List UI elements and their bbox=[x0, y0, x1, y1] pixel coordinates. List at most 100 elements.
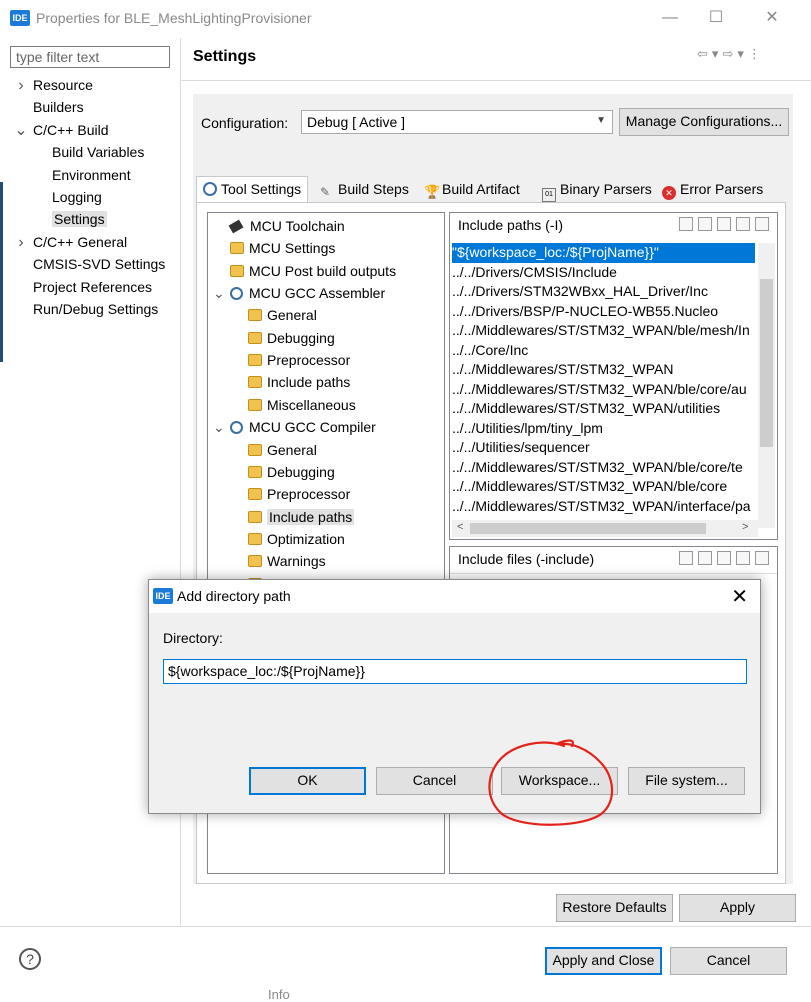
close-button[interactable]: ✕ bbox=[762, 8, 782, 28]
include-path-item[interactable]: ../../Middlewares/ST/STM32_WPAN/ble/core… bbox=[452, 458, 743, 478]
tool-tree-item[interactable]: MCU Settings bbox=[230, 237, 335, 259]
move-up-icon[interactable] bbox=[736, 217, 750, 231]
dialog-close-button[interactable]: ✕ bbox=[731, 584, 748, 609]
dialog-cancel-button[interactable]: Cancel bbox=[376, 767, 493, 795]
tab-tool-settings[interactable]: Tool Settings bbox=[196, 176, 309, 202]
horizontal-scrollbar[interactable]: < > bbox=[452, 520, 758, 537]
tool-tree-label: MCU Toolchain bbox=[250, 218, 345, 234]
tool-tree-label: MCU GCC Compiler bbox=[249, 419, 376, 436]
add-icon[interactable] bbox=[679, 217, 693, 231]
include-path-item[interactable]: ../../Drivers/BSP/P-NUCLEO-WB55.Nucleo bbox=[452, 302, 718, 322]
tool-tree-label: General bbox=[267, 441, 317, 458]
include-paths-header: Include paths (-I) bbox=[458, 217, 564, 233]
tab-binary-parsers[interactable]: 01 Binary Parsers bbox=[536, 177, 658, 203]
apply-button[interactable]: Apply bbox=[679, 894, 796, 922]
filter-input[interactable]: type filter text bbox=[10, 46, 170, 68]
delete-icon[interactable] bbox=[698, 551, 712, 565]
tree-item[interactable]: Logging bbox=[52, 186, 102, 208]
tree-item[interactable]: › C/C++ General bbox=[14, 231, 127, 253]
tool-tree-item[interactable]: ⌄ MCU GCC Compiler bbox=[213, 416, 376, 438]
help-icon[interactable]: ? bbox=[19, 948, 41, 970]
move-down-icon[interactable] bbox=[755, 217, 769, 231]
tool-tree-item[interactable]: MCU Post build outputs bbox=[230, 260, 396, 282]
tree-item[interactable]: CMSIS-SVD Settings bbox=[14, 253, 165, 275]
tool-tree-item[interactable]: Preprocessor bbox=[248, 349, 350, 371]
tree-item[interactable]: Settings bbox=[52, 208, 107, 230]
delete-icon[interactable] bbox=[698, 217, 712, 231]
tool-tree-item[interactable]: Debugging bbox=[248, 461, 335, 483]
tool-tree-label: Debugging bbox=[267, 329, 335, 346]
cancel-button[interactable]: Cancel bbox=[670, 947, 787, 975]
tool-tree-item[interactable]: Warnings bbox=[248, 550, 326, 572]
edit-icon[interactable] bbox=[717, 551, 731, 565]
tab-build-artifact[interactable]: 🏆 Build Artifact bbox=[418, 177, 526, 203]
move-up-icon[interactable] bbox=[736, 551, 750, 565]
workspace-button[interactable]: Workspace... bbox=[501, 767, 618, 795]
forward-icon[interactable]: ⇨ bbox=[722, 46, 737, 61]
menu-icon[interactable]: ⋮ bbox=[748, 46, 765, 61]
tree-item[interactable]: Project References bbox=[14, 276, 152, 298]
scroll-thumb[interactable] bbox=[470, 523, 706, 534]
tool-tree-item[interactable]: ⌄ MCU GCC Assembler bbox=[213, 282, 385, 304]
configuration-value: Debug [ Active ] bbox=[307, 114, 406, 130]
directory-input[interactable]: ${workspace_loc:/${ProjName}} bbox=[163, 659, 747, 684]
minimize-button[interactable]: — bbox=[660, 8, 680, 28]
include-path-item[interactable]: ../../Middlewares/ST/STM32_WPAN/interfac… bbox=[452, 497, 751, 517]
chevron-right-icon[interactable]: › bbox=[14, 232, 28, 254]
include-path-item[interactable]: ../../Middlewares/ST/STM32_WPAN/ble/core bbox=[452, 477, 727, 497]
tool-tree-item[interactable]: General bbox=[248, 439, 317, 461]
folder-gear-icon bbox=[248, 488, 262, 501]
manage-configurations-button[interactable]: Manage Configurations... bbox=[619, 108, 789, 136]
scroll-thumb[interactable] bbox=[760, 279, 773, 447]
tab-error-parsers[interactable]: ✕ Error Parsers bbox=[656, 177, 769, 203]
include-path-item[interactable]: ../../Utilities/sequencer bbox=[452, 438, 590, 458]
include-path-item[interactable]: ../../Middlewares/ST/STM32_WPAN/ble/mesh… bbox=[452, 321, 750, 341]
chevron-right-icon[interactable]: › bbox=[14, 75, 28, 97]
include-path-item[interactable]: ../../Middlewares/ST/STM32_WPAN/utilitie… bbox=[452, 399, 720, 419]
chevron-left-icon[interactable]: < bbox=[457, 521, 463, 533]
include-path-item[interactable]: "${workspace_loc:/${ProjName}}" bbox=[452, 243, 755, 263]
tool-tree-item[interactable]: Debugging bbox=[248, 327, 335, 349]
tree-item[interactable]: ⌄ C/C++ Build bbox=[14, 119, 108, 141]
include-path-item[interactable]: ../../Core/Inc bbox=[452, 341, 528, 361]
tree-item[interactable]: Build Variables bbox=[52, 141, 144, 163]
include-path-item[interactable]: ../../Drivers/CMSIS/Include bbox=[452, 263, 617, 283]
include-path-item[interactable]: ../../Drivers/STM32WBxx_HAL_Driver/Inc bbox=[452, 282, 708, 302]
chevron-right-icon[interactable]: > bbox=[742, 521, 748, 533]
tab-build-steps[interactable]: ✎ Build Steps bbox=[314, 177, 415, 203]
tool-tree-item[interactable]: MCU Toolchain bbox=[228, 215, 345, 237]
configuration-select[interactable]: Debug [ Active ] ▼ bbox=[301, 110, 613, 134]
maximize-button[interactable]: ☐ bbox=[706, 8, 726, 28]
tool-tree-item[interactable]: Include paths bbox=[248, 506, 355, 528]
file-system-button[interactable]: File system... bbox=[628, 767, 745, 795]
move-down-icon[interactable] bbox=[755, 551, 769, 565]
restore-defaults-button[interactable]: Restore Defaults bbox=[556, 894, 673, 922]
tool-tree-item[interactable]: Preprocessor bbox=[248, 483, 350, 505]
tool-tree-item[interactable]: Include paths bbox=[248, 371, 350, 393]
tool-tree-label: Miscellaneous bbox=[267, 396, 356, 413]
chevron-down-icon[interactable]: ▾ bbox=[712, 46, 723, 61]
tree-item[interactable]: Run/Debug Settings bbox=[14, 298, 158, 320]
tool-tree-item[interactable]: Miscellaneous bbox=[248, 394, 356, 416]
ok-button[interactable]: OK bbox=[249, 767, 366, 795]
chevron-down-icon[interactable]: ⌄ bbox=[213, 282, 225, 304]
include-path-item[interactable]: ../../Middlewares/ST/STM32_WPAN bbox=[452, 360, 673, 380]
tree-item[interactable]: Builders bbox=[14, 96, 84, 118]
folder-gear-icon bbox=[248, 376, 262, 389]
include-path-item[interactable]: ../../Middlewares/ST/STM32_WPAN/ble/core… bbox=[452, 380, 747, 400]
chevron-down-icon[interactable]: ⌄ bbox=[213, 416, 225, 438]
tool-tree-label: Include paths bbox=[267, 374, 351, 391]
tool-tree-item[interactable]: General bbox=[248, 304, 317, 326]
vertical-scrollbar[interactable] bbox=[758, 243, 775, 528]
chevron-down-icon[interactable]: ⌄ bbox=[14, 120, 28, 142]
tree-item[interactable]: › Resource bbox=[14, 74, 93, 96]
include-path-item[interactable]: ../../Utilities/lpm/tiny_lpm bbox=[452, 419, 603, 439]
tree-item[interactable]: Environment bbox=[52, 164, 131, 186]
chevron-down-icon[interactable]: ▾ bbox=[737, 46, 748, 61]
apply-and-close-button[interactable]: Apply and Close bbox=[545, 947, 662, 975]
back-icon[interactable]: ⇦ bbox=[697, 46, 712, 61]
edit-icon[interactable] bbox=[717, 217, 731, 231]
tree-item-label: Settings bbox=[52, 211, 107, 228]
add-icon[interactable] bbox=[679, 551, 693, 565]
tool-tree-item[interactable]: Optimization bbox=[248, 528, 345, 550]
